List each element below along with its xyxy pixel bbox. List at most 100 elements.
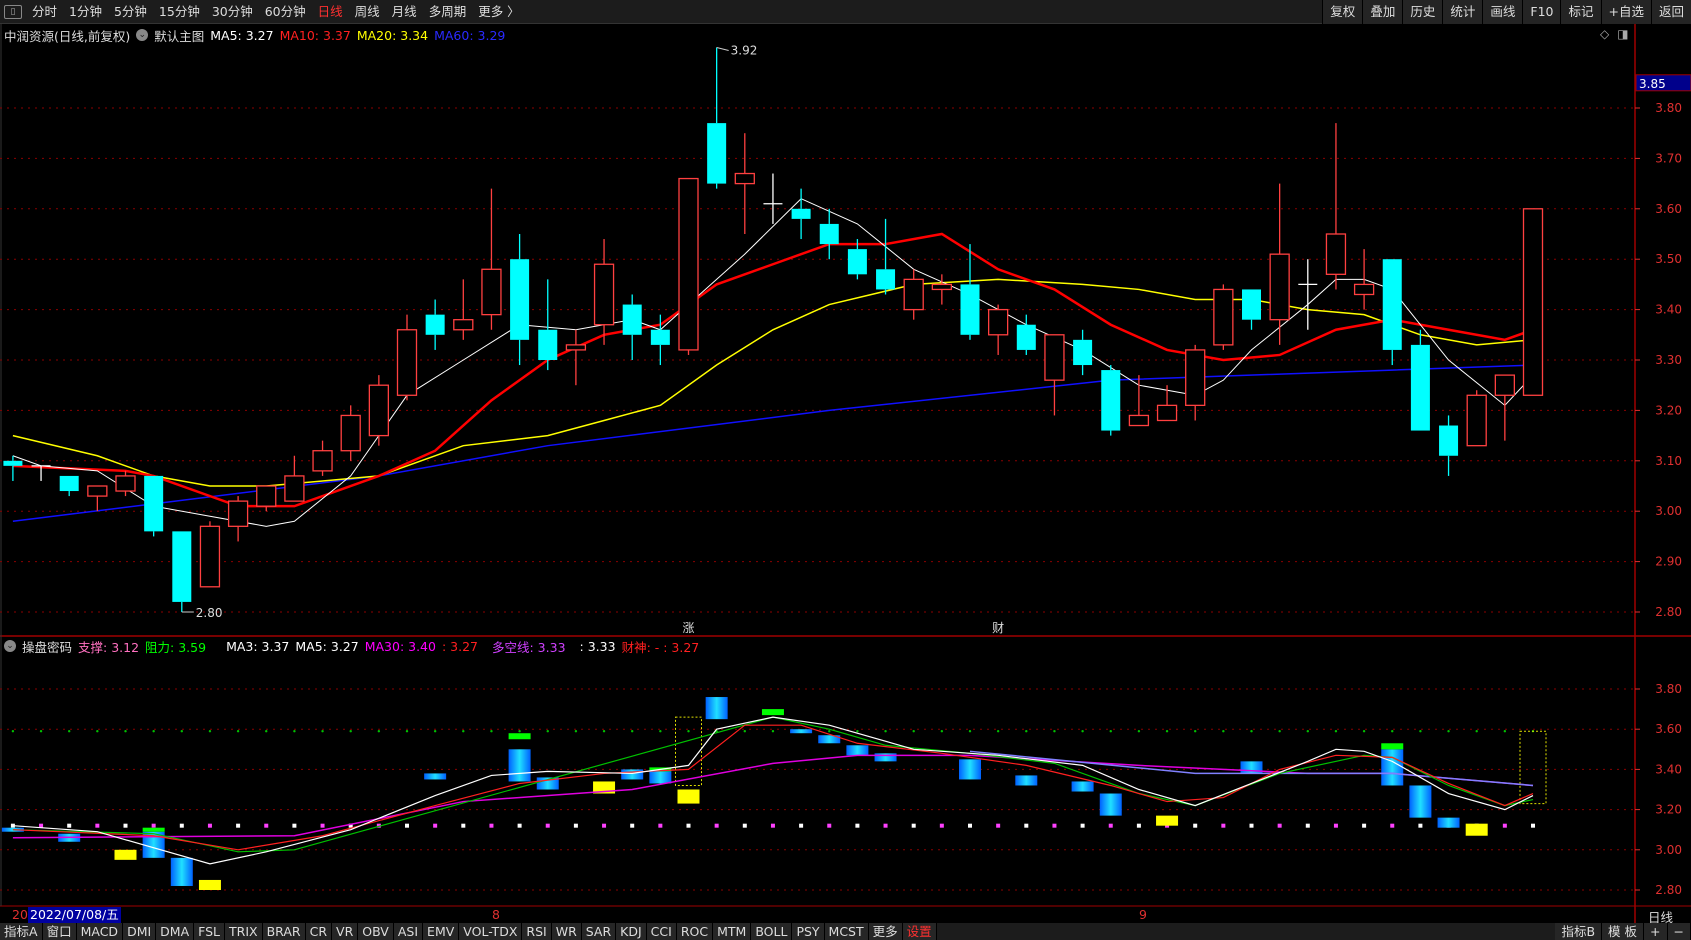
candle-body-down xyxy=(1073,339,1093,366)
resistance-dot xyxy=(1165,730,1169,733)
candle-body-up xyxy=(1522,208,1544,396)
resistance-dot xyxy=(124,730,127,733)
candle-body-up xyxy=(340,414,361,452)
value2: : 3.33 xyxy=(579,638,616,654)
indicator-outline-bar xyxy=(1519,730,1547,805)
support-dot xyxy=(67,823,72,828)
candle-body-up xyxy=(931,283,952,291)
candle-body-down xyxy=(791,208,811,219)
resistance-dot xyxy=(1025,730,1028,733)
support-dot xyxy=(827,823,832,828)
ind-green-line xyxy=(12,716,1534,853)
support-dot xyxy=(1221,823,1226,828)
indicator-bar xyxy=(508,749,531,782)
candle-body-up xyxy=(87,485,108,497)
resistance-dot xyxy=(940,730,944,733)
indicator-tab[interactable]: 设置 xyxy=(902,923,937,940)
indicator-tab[interactable]: FSL xyxy=(194,923,226,940)
indicator-tab[interactable]: DMA xyxy=(156,923,195,940)
resistance-dot xyxy=(1362,730,1366,733)
candle-body-down xyxy=(1101,370,1121,431)
indicator-tab[interactable]: RSI xyxy=(522,923,552,940)
indicator-tab[interactable]: 指标A xyxy=(0,923,43,940)
candle xyxy=(227,496,249,542)
month-label-8: 8 xyxy=(492,907,500,922)
resistance-dot xyxy=(1503,730,1507,733)
indicator-tab[interactable]: CCI xyxy=(646,923,677,940)
ind-red-line xyxy=(12,724,1534,851)
indicator-tab[interactable]: MACD xyxy=(76,923,124,940)
candle-body-down xyxy=(707,123,727,184)
indicator-tab[interactable]: EMV xyxy=(423,923,460,940)
indicator-tab[interactable]: MCST xyxy=(824,923,869,940)
resistance-dot xyxy=(490,730,493,733)
resistance-dot xyxy=(68,730,71,733)
candle xyxy=(734,133,755,234)
indicator-b-button[interactable]: − xyxy=(1667,923,1691,940)
candle xyxy=(763,173,783,224)
candle-body-down xyxy=(960,284,980,335)
resistance-dot xyxy=(39,730,43,733)
indicator-tab[interactable]: KDJ xyxy=(616,923,647,940)
resistance-dot xyxy=(462,730,465,733)
indicator-tab[interactable]: VR xyxy=(332,923,359,940)
indicator-tab[interactable]: 窗口 xyxy=(42,923,77,940)
indicator-name[interactable]: 操盘密码 xyxy=(22,637,72,656)
resistance-dot xyxy=(1278,730,1281,733)
candle xyxy=(1044,334,1065,416)
indicator-tab[interactable]: OBV xyxy=(358,923,394,940)
indicator-tab[interactable]: ROC xyxy=(676,923,714,940)
candle xyxy=(960,244,980,340)
candle xyxy=(87,485,108,512)
candle-body-down xyxy=(3,460,23,466)
candle-body-up xyxy=(1466,394,1487,447)
support-dot xyxy=(461,823,466,828)
indicator-tab[interactable]: SAR xyxy=(581,923,617,940)
indicator-tab[interactable]: VOL-TDX xyxy=(459,923,523,940)
cursor-date: 2022/07/08/五 xyxy=(28,907,121,923)
support-dot xyxy=(292,823,297,828)
indicator-tab[interactable]: BRAR xyxy=(262,923,306,940)
candle xyxy=(707,47,727,189)
indicator-b-button[interactable]: + xyxy=(1644,923,1668,940)
support-dot xyxy=(911,823,916,828)
candle xyxy=(1185,344,1206,421)
indicator-tab[interactable]: DMI xyxy=(123,923,157,940)
indicator-tab[interactable]: BOLL xyxy=(751,923,793,940)
indicator-tab[interactable]: CR xyxy=(305,923,333,940)
kline-chart[interactable]: 3.80 3.70 3.60 3.50 3.40 3.30 3.20 3.10 3.00 2.90… xyxy=(0,0,1691,940)
indicator-tab[interactable]: MTM xyxy=(713,923,752,940)
price-tick-label: 3.70 xyxy=(1655,151,1682,165)
price-tick-label: 3.30 xyxy=(1655,353,1682,367)
resistance-dot xyxy=(180,730,183,733)
support-dot xyxy=(151,823,156,828)
indicator-b-button[interactable]: 模 板 xyxy=(1602,923,1645,940)
candle xyxy=(593,239,615,345)
indicator-tab[interactable]: WR xyxy=(551,923,582,940)
support-dot xyxy=(1024,823,1029,828)
candle-body-down xyxy=(1410,344,1430,431)
indicator-dropdown-icon[interactable]: ⌄ xyxy=(4,640,16,652)
resistance-dot xyxy=(884,730,887,733)
indicator-tab[interactable]: 更多 xyxy=(868,923,903,940)
indicator-tab[interactable]: PSY xyxy=(792,923,825,940)
support-dot xyxy=(658,823,663,828)
support-dot xyxy=(630,823,635,828)
indicator-bar xyxy=(1015,775,1038,786)
indicator-tab[interactable]: ASI xyxy=(393,923,424,940)
support-dot xyxy=(1108,823,1113,828)
indicator-b-button[interactable]: 指标B xyxy=(1555,923,1603,940)
support-dot xyxy=(1390,823,1395,828)
support-dot xyxy=(1136,823,1141,828)
candle-body-up xyxy=(199,525,221,588)
indicator-tab[interactable]: TRIX xyxy=(225,923,263,940)
resistance-dot xyxy=(1053,730,1056,733)
resistance-dot xyxy=(1447,730,1450,733)
candle-body-up xyxy=(284,475,305,502)
date-prefix: 20 xyxy=(12,907,28,922)
candle-body-down xyxy=(510,259,530,340)
candle-body-up xyxy=(396,329,418,396)
candle-body-up xyxy=(481,268,502,316)
candle-body-down xyxy=(144,475,164,532)
candle xyxy=(1128,375,1150,427)
